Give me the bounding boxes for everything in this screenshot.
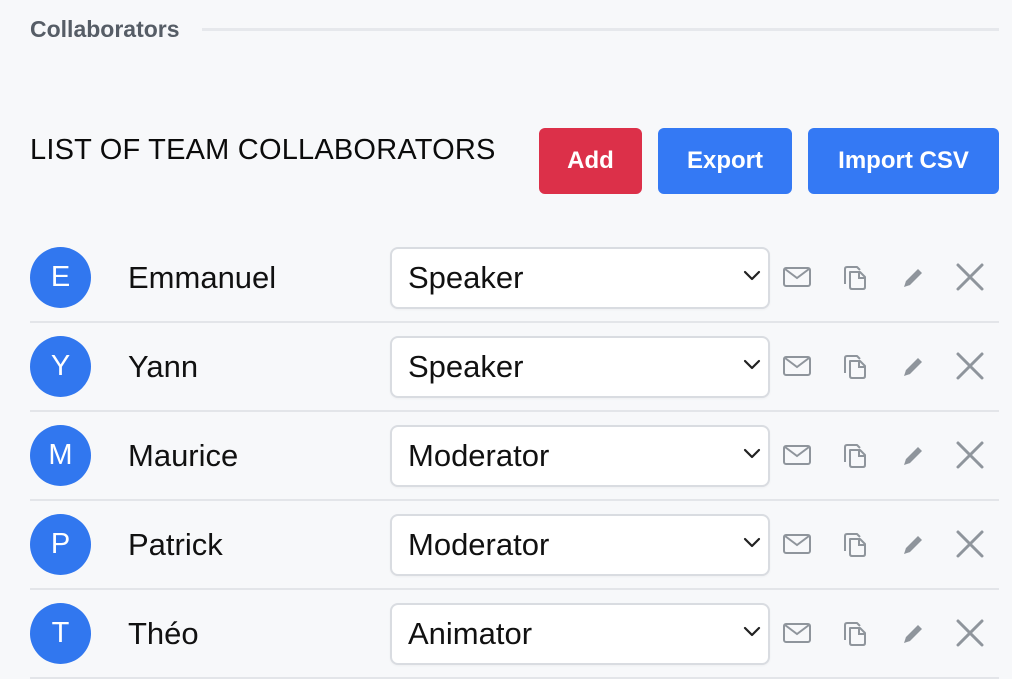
section-header: Collaborators — [30, 14, 999, 44]
chevron-down-icon — [743, 448, 761, 459]
role-select[interactable]: Moderator — [390, 514, 770, 576]
duplicate-icon[interactable] — [838, 438, 872, 472]
pencil-icon[interactable] — [896, 616, 930, 650]
close-icon[interactable] — [953, 438, 987, 472]
collaborator-row: Y Yann Speaker — [30, 323, 999, 412]
collaborator-name: Patrick — [128, 527, 223, 562]
mail-icon[interactable] — [780, 349, 814, 383]
pencil-icon[interactable] — [896, 438, 930, 472]
avatar: E — [30, 247, 91, 308]
role-value: Moderator — [408, 438, 550, 473]
mail-icon[interactable] — [780, 260, 814, 294]
chevron-down-icon — [743, 537, 761, 548]
collaborator-name: Maurice — [128, 438, 239, 473]
avatar: Y — [30, 336, 91, 397]
pencil-icon[interactable] — [896, 260, 930, 294]
collaborator-list: E Emmanuel Speaker Y Yann Speaker M Maur… — [30, 234, 999, 679]
section-divider — [201, 28, 999, 31]
chevron-down-icon — [743, 359, 761, 370]
collaborator-name: Théo — [128, 616, 199, 651]
export-button[interactable]: Export — [658, 128, 792, 194]
avatar: T — [30, 603, 91, 664]
mail-icon[interactable] — [780, 616, 814, 650]
pencil-icon[interactable] — [896, 527, 930, 561]
avatar: P — [30, 514, 91, 575]
collaborator-name: Emmanuel — [128, 260, 277, 295]
add-button[interactable]: Add — [539, 128, 642, 194]
duplicate-icon[interactable] — [838, 527, 872, 561]
duplicate-icon[interactable] — [838, 260, 872, 294]
toolbar: LIST OF TEAM COLLABORATORS Add Export Im… — [30, 128, 999, 194]
role-select[interactable]: Speaker — [390, 336, 770, 398]
role-value: Speaker — [408, 260, 524, 295]
role-select[interactable]: Moderator — [390, 425, 770, 487]
collaborator-name: Yann — [128, 349, 199, 384]
import-csv-button[interactable]: Import CSV — [808, 128, 999, 194]
close-icon[interactable] — [953, 260, 987, 294]
collaborator-row: M Maurice Moderator — [30, 412, 999, 501]
avatar: M — [30, 425, 91, 486]
section-label: Collaborators — [30, 15, 180, 42]
chevron-down-icon — [743, 626, 761, 637]
role-select[interactable]: Animator — [390, 603, 770, 665]
role-select[interactable]: Speaker — [390, 247, 770, 309]
role-value: Animator — [408, 616, 533, 651]
mail-icon[interactable] — [780, 438, 814, 472]
role-value: Speaker — [408, 349, 524, 384]
collaborator-row: E Emmanuel Speaker — [30, 234, 999, 323]
close-icon[interactable] — [953, 349, 987, 383]
collaborator-row: P Patrick Moderator — [30, 501, 999, 590]
duplicate-icon[interactable] — [838, 349, 872, 383]
close-icon[interactable] — [953, 527, 987, 561]
list-title: LIST OF TEAM COLLABORATORS — [30, 134, 496, 166]
mail-icon[interactable] — [780, 527, 814, 561]
role-value: Moderator — [408, 527, 550, 562]
pencil-icon[interactable] — [896, 349, 930, 383]
chevron-down-icon — [743, 270, 761, 281]
close-icon[interactable] — [953, 616, 987, 650]
collaborator-row: T Théo Animator — [30, 590, 999, 679]
duplicate-icon[interactable] — [838, 616, 872, 650]
